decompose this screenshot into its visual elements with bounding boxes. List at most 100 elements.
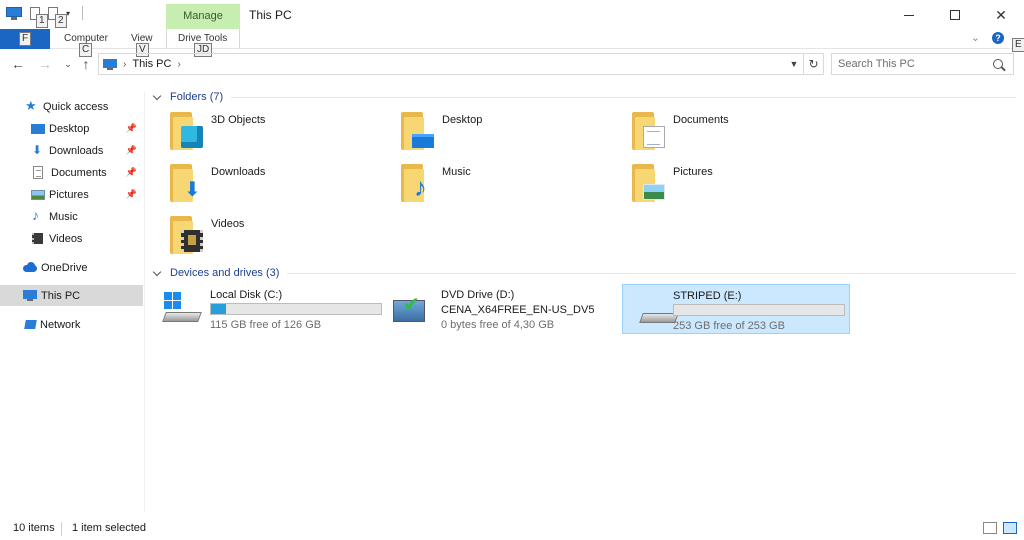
large-icons-view-icon[interactable] [1003,522,1017,534]
network-icon [24,319,36,331]
up-button[interactable]: ↑ [76,54,96,74]
sidebar-item-label: Music [49,210,78,223]
group-title: Devices and drives (3) [170,267,280,279]
drive-usage-fill [211,304,227,314]
download-icon [31,143,45,157]
forward-arrow-icon: → [38,56,52,72]
pin-icon[interactable]: 📌 [126,123,137,134]
drive-free-space: 115 GB free of 126 GB [210,319,322,331]
forward-button[interactable]: → [35,54,55,74]
expand-ribbon-chevron-icon[interactable]: ⌄ [971,31,980,44]
search-input[interactable] [832,58,987,70]
sidebar-item-label: Network [40,318,81,331]
drive-item-dvd-d[interactable]: ✔ DVD Drive (D:) CENA_X64FREE_EN-US_DV5 … [377,284,605,334]
search-box[interactable] [831,53,1014,75]
file-keytip: F [19,32,32,46]
folder-label: Pictures [673,166,713,178]
address-bar[interactable]: › This PC › ▼ ↻ [98,53,824,75]
drive-name: DVD Drive (D:) [441,289,515,301]
computer-icon [23,289,37,302]
window-controls: ✕ [886,0,1024,30]
drive-item-local-disk-c[interactable]: Local Disk (C:) 115 GB free of 126 GB [146,284,382,334]
folder-label: Music [442,166,471,178]
pin-icon[interactable]: 📌 [126,189,137,200]
sidebar-item-label: Quick access [43,100,109,113]
manage-context-tab[interactable]: Manage [166,4,240,29]
sidebar-item-videos[interactable]: Videos [0,228,143,249]
sidebar-item-pictures[interactable]: Pictures 📌 [0,184,143,205]
ribbon-right-controls: ⌄ ? [971,31,1004,44]
sidebar-item-network[interactable]: Network [0,314,143,335]
back-arrow-icon: ← [11,56,25,72]
collapse-chevron-icon[interactable] [154,93,162,101]
sidebar-item-music[interactable]: Music [0,206,143,227]
qat-separator [82,6,84,20]
chevron-down-icon: ⌄ [64,59,72,69]
back-button[interactable]: ← [8,54,28,74]
file-tab[interactable]: F [0,29,50,49]
content-pane: Folders (7) 3D Objects Desktop Documents… [146,82,1024,512]
sidebar-item-onedrive[interactable]: OneDrive [0,257,143,278]
music-note-icon [31,207,45,223]
documents-icon [33,166,43,179]
pictures-folder-icon [632,164,666,202]
folder-item-documents[interactable]: Documents [608,108,818,156]
this-pc-icon[interactable] [6,6,22,20]
drive-free-space: 0 bytes free of 4,30 GB [441,319,555,331]
videos-folder-icon [170,216,204,254]
drive-free-space: 253 GB free of 253 GB [673,320,785,332]
pin-icon[interactable]: 📌 [126,145,137,156]
navigation-pane: Quick access Desktop 📌 Downloads 📌 Docum… [0,92,145,512]
close-icon: ✕ [995,6,1007,23]
drive-name: STRIPED (E:) [673,290,742,302]
group-title: Folders (7) [170,91,224,103]
status-separator [61,522,62,536]
folder-item-videos[interactable]: Videos [146,212,356,260]
address-bar-controls: ▼ ↻ [785,54,823,74]
drive-item-striped-e[interactable]: STRIPED (E:) 253 GB free of 253 GB [622,284,850,334]
music-folder-icon [401,164,435,203]
folder-label: Downloads [211,166,266,178]
refresh-button[interactable]: ↻ [803,54,823,74]
dvd-drive-icon: ✔ [393,292,433,328]
sidebar-item-quick-access[interactable]: Quick access [0,96,143,117]
3d-objects-folder-icon [170,112,204,150]
folder-item-pictures[interactable]: Pictures [608,160,818,208]
breadcrumb-separator-icon[interactable]: › [123,59,126,70]
sidebar-item-documents[interactable]: Documents 📌 [0,162,143,183]
sidebar-item-this-pc[interactable]: This PC [0,285,143,306]
desktop-icon [31,123,45,134]
folder-item-music[interactable]: Music [377,160,587,208]
help-icon[interactable]: ? [992,31,1004,44]
qat-keytip-2: 2 [55,14,67,28]
recent-locations-button[interactable]: ⌄ [58,54,78,74]
customize-qat-arrow-icon[interactable]: ▾ [66,9,70,18]
film-strip-icon [32,233,43,244]
folder-item-desktop[interactable]: Desktop [377,108,587,156]
search-icon[interactable] [993,59,1003,69]
maximize-button[interactable] [932,0,978,30]
sidebar-item-label: Videos [49,232,83,245]
folder-item-downloads[interactable]: Downloads [146,160,356,208]
folder-item-3d-objects[interactable]: 3D Objects [146,108,356,156]
minimize-button[interactable] [886,0,932,30]
sidebar-item-downloads[interactable]: Downloads 📌 [0,140,143,161]
close-button[interactable]: ✕ [978,0,1024,30]
star-icon [25,98,39,114]
documents-folder-icon [632,112,666,150]
folders-group-header[interactable]: Folders (7) [146,88,1016,106]
help-keytip: E [1012,38,1024,52]
details-view-icon[interactable] [983,522,997,534]
drive-usage-bar [673,304,845,316]
drives-group-header[interactable]: Devices and drives (3) [146,264,1016,282]
pin-icon[interactable]: 📌 [126,167,137,178]
sidebar-item-desktop[interactable]: Desktop 📌 [0,118,143,139]
breadcrumb-separator-icon[interactable]: › [177,59,180,70]
pictures-icon [31,189,45,200]
status-bar: 10 items 1 item selected [0,518,1024,540]
breadcrumb-this-pc[interactable]: This PC [132,58,171,70]
address-dropdown-icon[interactable]: ▼ [785,59,803,69]
collapse-chevron-icon[interactable] [154,269,162,277]
folder-label: 3D Objects [211,114,266,126]
sidebar-item-label: OneDrive [41,261,88,274]
